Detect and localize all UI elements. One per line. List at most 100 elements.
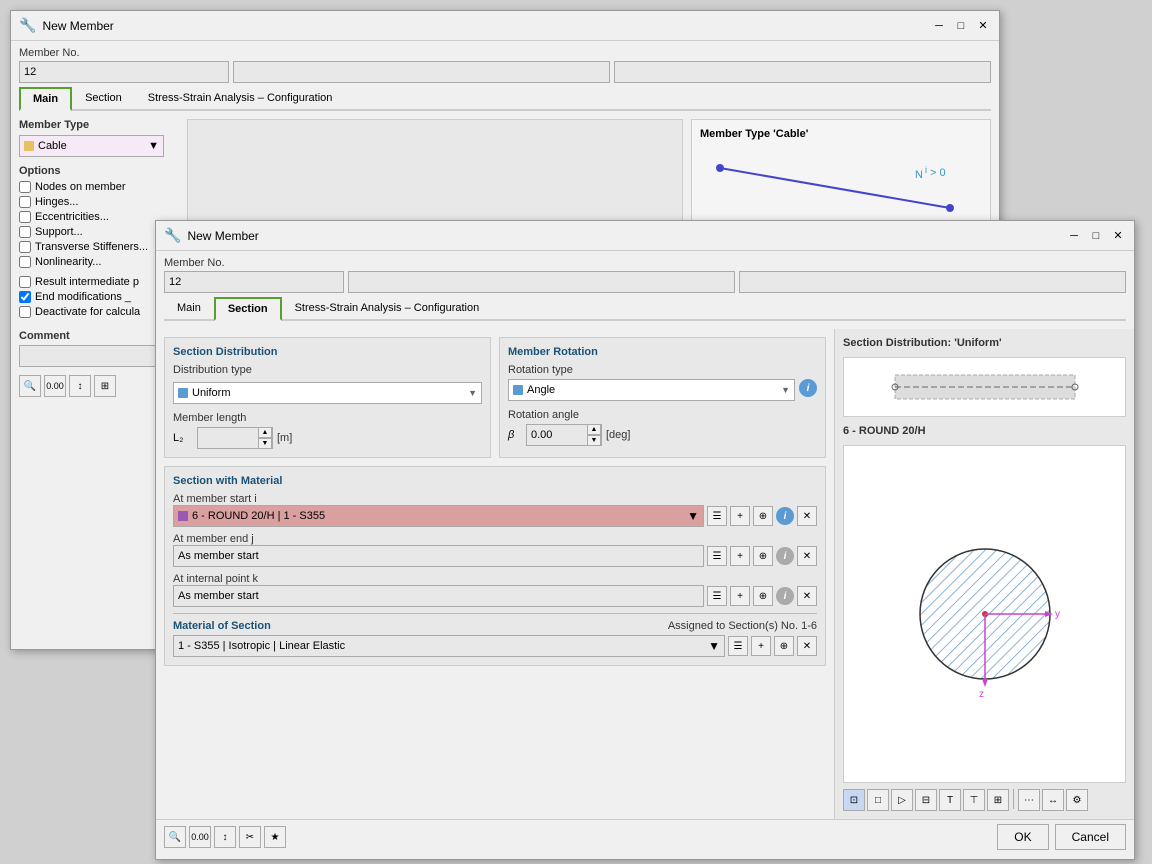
w1-opt-nodes-cb[interactable] (19, 181, 31, 193)
internal-copy-btn[interactable]: ⊕ (753, 586, 773, 606)
window1-minimize-btn[interactable]: ─ (931, 18, 947, 34)
w1-member-no-input[interactable] (19, 61, 229, 83)
internal-point-dropdown[interactable]: As member start (173, 585, 704, 607)
w1-options-label: Options (19, 165, 179, 177)
material-copy-btn[interactable]: ⊕ (774, 636, 794, 656)
internal-delete-btn[interactable]: ✕ (797, 586, 817, 606)
bt-arrow[interactable]: ↕ (214, 826, 236, 848)
w2-tab-section[interactable]: Section (214, 297, 282, 321)
start-copy-btn[interactable]: ⊕ (753, 506, 773, 526)
rot-spinner-down[interactable]: ▼ (587, 435, 601, 446)
rotation-type-label: Rotation type (508, 364, 817, 376)
start-add-btn[interactable]: + (730, 506, 750, 526)
w2-section-dist-label: Section Distribution: 'Uniform' (843, 337, 1126, 349)
end-table-btn[interactable]: ☰ (707, 546, 727, 566)
bt-star[interactable]: ★ (264, 826, 286, 848)
internal-add-btn[interactable]: + (730, 586, 750, 606)
member-length-spinner[interactable]: ▲ ▼ (197, 427, 273, 449)
w1-opt-nonlinearity-cb[interactable] (19, 256, 31, 268)
w1-comment-input[interactable] (19, 345, 164, 367)
start-table-btn[interactable]: ☰ (707, 506, 727, 526)
end-add-btn[interactable]: + (730, 546, 750, 566)
start-info-btn[interactable]: i (776, 507, 794, 525)
bt-search[interactable]: 🔍 (164, 826, 186, 848)
w1-tab-section[interactable]: Section (72, 87, 135, 111)
w2-member-no-label: Member No. (164, 257, 344, 269)
material-dropdown[interactable]: 1 - S355 | Isotropic | Linear Elastic ▼ (173, 635, 725, 657)
w1-value-btn[interactable]: 0.00 (44, 375, 66, 397)
ok-button[interactable]: OK (997, 824, 1048, 850)
end-info-btn[interactable]: i (776, 547, 794, 565)
w1-opt-support-cb[interactable] (19, 226, 31, 238)
member-length-input[interactable] (198, 428, 258, 448)
dist-type-dropdown[interactable]: Uniform ▼ (173, 382, 482, 404)
rotation-type-dropdown[interactable]: Angle ▼ (508, 379, 795, 401)
w2-tab-main[interactable]: Main (164, 297, 214, 321)
w1-member-field2[interactable] (233, 61, 610, 83)
w1-opt-eccentricities-cb[interactable] (19, 211, 31, 223)
dist-color-dot (178, 388, 188, 398)
rotation-angle-input[interactable] (527, 425, 587, 445)
w1-result-intermediate-cb[interactable] (19, 276, 31, 288)
member-length-unit: [m] (277, 432, 292, 444)
internal-table-btn[interactable]: ☰ (707, 586, 727, 606)
w1-tab-main[interactable]: Main (19, 87, 72, 111)
rt-btn10[interactable]: ⚙ (1066, 789, 1088, 811)
w2-tabs: Main Section Stress-Strain Analysis – Co… (164, 297, 1126, 321)
material-table-btn[interactable]: ☰ (728, 636, 748, 656)
window1-maximize-btn[interactable]: □ (953, 18, 969, 34)
rt-btn7[interactable]: ⊞ (987, 789, 1009, 811)
cancel-button[interactable]: Cancel (1055, 824, 1126, 850)
rt-btn8[interactable]: ⋯ (1018, 789, 1040, 811)
w1-arrow-btn[interactable]: ↕ (69, 375, 91, 397)
w1-end-modifications-cb[interactable] (19, 291, 31, 303)
start-delete-btn[interactable]: ✕ (797, 506, 817, 526)
window2-close-btn[interactable]: ✕ (1110, 228, 1126, 244)
bt-value[interactable]: 0.00 (189, 826, 211, 848)
rt-btn3[interactable]: ▷ (891, 789, 913, 811)
material-delete-btn[interactable]: ✕ (797, 636, 817, 656)
w1-opt-hinges-cb[interactable] (19, 196, 31, 208)
bt-scissors[interactable]: ✂ (239, 826, 261, 848)
rt-btn9[interactable]: ↔ (1042, 789, 1064, 811)
material-add-btn[interactable]: + (751, 636, 771, 656)
w1-deactivate-cb[interactable] (19, 306, 31, 318)
rt-btn5[interactable]: T (939, 789, 961, 811)
window1-close-btn[interactable]: ✕ (975, 18, 991, 34)
rt-btn2[interactable]: □ (867, 789, 889, 811)
w1-deactivate-label: Deactivate for calcula (35, 306, 140, 318)
rotation-info-btn[interactable]: i (799, 379, 817, 397)
internal-info-btn[interactable]: i (776, 587, 794, 605)
w1-grid-btn[interactable]: ⊞ (94, 375, 116, 397)
member-length-row: L₂ ▲ ▼ [m] (173, 427, 482, 449)
window2-minimize-btn[interactable]: ─ (1066, 228, 1082, 244)
rotation-angle-spinner[interactable]: ▲ ▼ (526, 424, 602, 446)
rt-btn4[interactable]: ⊟ (915, 789, 937, 811)
w1-opt-transverse-label: Transverse Stiffeners... (35, 241, 148, 253)
member-end-dropdown[interactable]: As member start (173, 545, 704, 567)
rot-spinner-up[interactable]: ▲ (587, 424, 601, 435)
w1-result-intermediate-label: Result intermediate p (35, 276, 139, 288)
w2-tab-stress[interactable]: Stress-Strain Analysis – Configuration (282, 297, 493, 321)
w2-member-no-input[interactable] (164, 271, 344, 293)
rt-btn6[interactable]: ⊤ (963, 789, 985, 811)
w1-opt-hinges: Hinges... (19, 196, 179, 208)
rt-btn1[interactable]: ⊡ (843, 789, 865, 811)
spinner-down[interactable]: ▼ (258, 438, 272, 449)
w1-opt-nonlinearity-label: Nonlinearity... (35, 256, 101, 268)
w1-tab-stress[interactable]: Stress-Strain Analysis – Configuration (135, 87, 346, 111)
end-delete-btn[interactable]: ✕ (797, 546, 817, 566)
section-material-title: Section with Material (173, 475, 817, 487)
end-copy-btn[interactable]: ⊕ (753, 546, 773, 566)
cross-section-svg: y z (875, 524, 1095, 704)
w1-opt-transverse-cb[interactable] (19, 241, 31, 253)
member-start-dropdown[interactable]: 6 - ROUND 20/H | 1 - S355 ▼ (173, 505, 704, 527)
w1-cable-label: Cable (38, 140, 67, 152)
w2-member-field2[interactable] (348, 271, 735, 293)
w2-member-field3[interactable] (739, 271, 1126, 293)
w1-member-field3[interactable] (614, 61, 991, 83)
w1-search-btn[interactable]: 🔍 (19, 375, 41, 397)
cross-section-diagram: y z (843, 445, 1126, 783)
spinner-up[interactable]: ▲ (258, 427, 272, 438)
window2-maximize-btn[interactable]: □ (1088, 228, 1104, 244)
